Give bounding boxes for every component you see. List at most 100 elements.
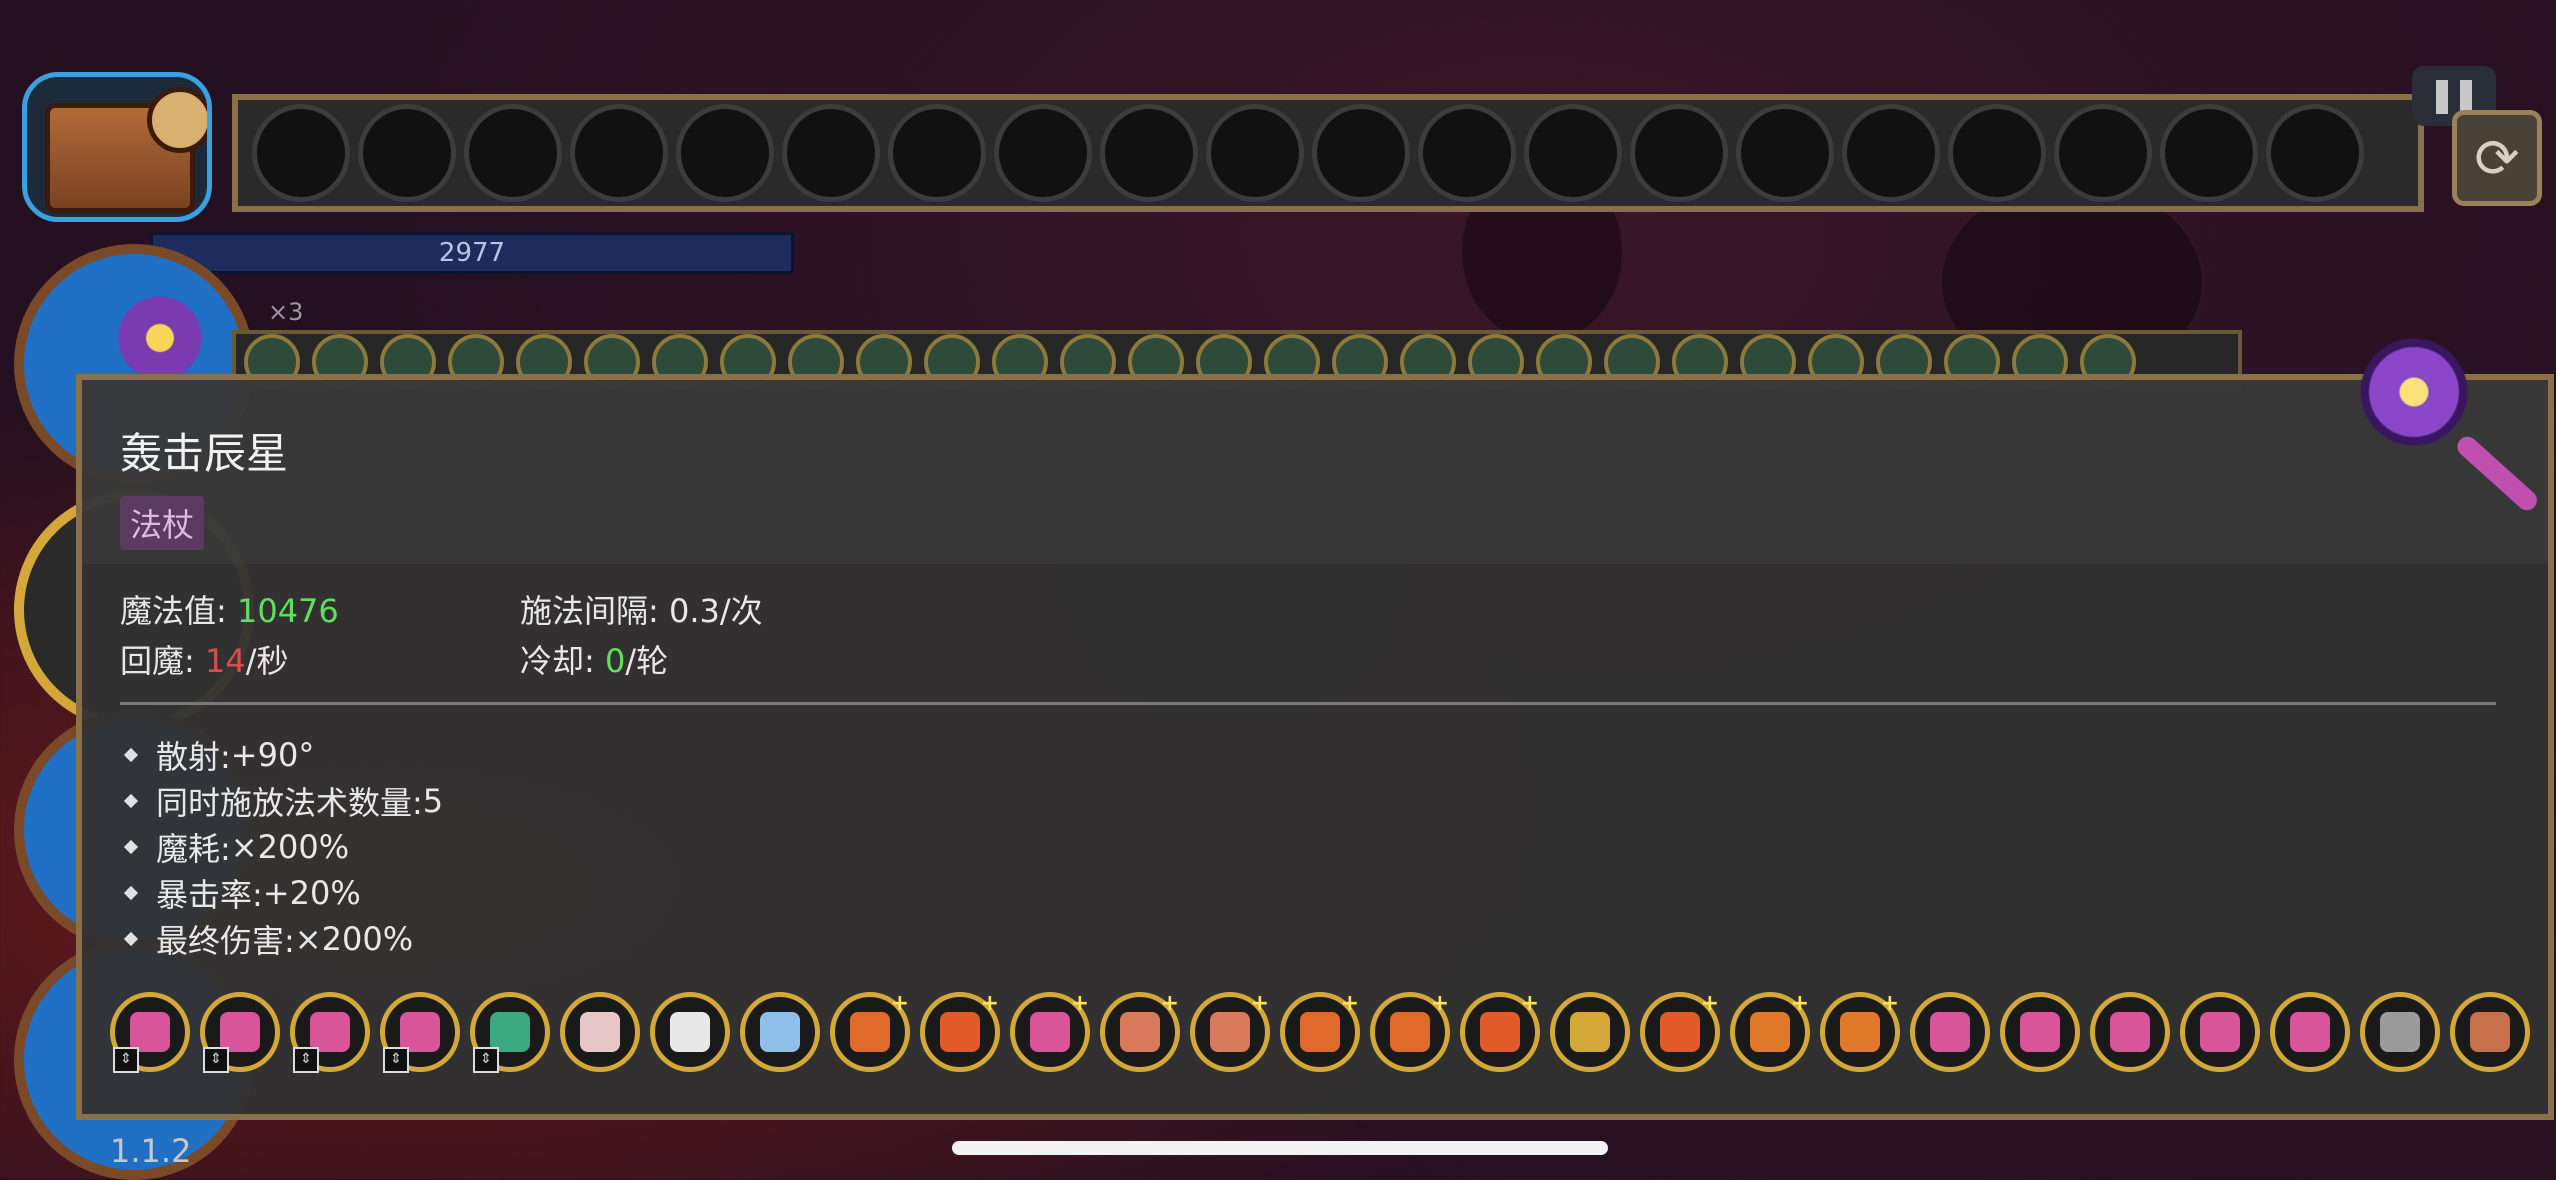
spell-glyph (490, 1012, 530, 1052)
inventory-slot[interactable] (1418, 104, 1516, 202)
inventory-slot[interactable] (1842, 104, 1940, 202)
pink-cube-icon[interactable]: + (1010, 991, 1090, 1072)
bullet-icon (123, 885, 139, 901)
inventory-slot[interactable] (358, 104, 456, 202)
inventory-slot[interactable] (1312, 104, 1410, 202)
inventory-slot[interactable] (1206, 104, 1304, 202)
pink-cube-icon[interactable] (1910, 992, 1990, 1072)
lock-icon: ⇕ (383, 1047, 409, 1073)
bullet-icon (123, 793, 139, 809)
tooltip-header (82, 380, 2548, 564)
ghost-icon[interactable] (560, 992, 640, 1072)
stat-mana: 魔法值: 10476 (120, 586, 339, 632)
modifier-item: 同时施放法术数量: 5 (120, 778, 443, 824)
backpack-button[interactable] (22, 72, 212, 222)
spell-glyph (310, 1012, 350, 1052)
spell-glyph (2380, 1012, 2420, 1052)
stat-regen-label: 回魔: (120, 642, 205, 680)
inventory-slot[interactable] (1948, 104, 2046, 202)
inventory-slot[interactable] (1524, 104, 1622, 202)
refresh-button[interactable]: ⟳ (2452, 110, 2542, 206)
triple-arrow-icon[interactable]: + (1280, 991, 1360, 1072)
inventory-slot[interactable] (2054, 104, 2152, 202)
fire-burst-icon[interactable]: + (1820, 991, 1900, 1072)
double-arrow-icon[interactable]: + (1460, 991, 1540, 1072)
inventory-slot[interactable] (2266, 104, 2364, 202)
plus-icon: + (1070, 991, 1089, 1016)
inventory-slot[interactable] (1736, 104, 1834, 202)
spell-glyph (1660, 1012, 1700, 1052)
lock-icon: ⇕ (473, 1047, 499, 1073)
inventory-slot[interactable] (252, 104, 350, 202)
plus-icon: + (1520, 991, 1539, 1016)
modifier-item: 暴击率: +20% (120, 870, 443, 916)
stat-cast-interval: 施法间隔: 0.3/次 (520, 592, 763, 630)
stat-cooldown-unit: /轮 (625, 642, 669, 680)
double-arrow-icon[interactable]: + (1640, 991, 1720, 1072)
scroll-icon (147, 87, 207, 153)
fire-burst-icon[interactable]: + (1730, 991, 1810, 1072)
spell-glyph (1300, 1012, 1340, 1052)
triple-arrow-icon[interactable]: + (1370, 991, 1450, 1072)
spell-glyph (1030, 1012, 1070, 1052)
pink-cube-icon[interactable] (2000, 992, 2080, 1072)
modifier-item: 魔耗: ×200% (120, 824, 443, 870)
wand-tooltip: 轰击辰星 法杖 魔法值: 10476 施法间隔: 0.3/次 回魔: 14/秒 … (76, 374, 2554, 1120)
spell-icon-row: ⇕ ⇕ ⇕ ⇕ ⇕ + + + + + + + + + + + (110, 991, 2530, 1073)
plus-icon: + (1790, 991, 1809, 1016)
spell-glyph (940, 1012, 980, 1052)
wand-star-icon (2354, 332, 2474, 452)
spell-glyph (130, 1012, 170, 1052)
home-indicator[interactable] (952, 1141, 1608, 1155)
inventory-slot[interactable] (994, 104, 1092, 202)
plus-icon: + (1700, 991, 1719, 1016)
plus-icon: + (890, 991, 909, 1016)
spell-glyph (2110, 1012, 2150, 1052)
blue-orb-icon[interactable] (740, 992, 820, 1072)
stat-regen-value: 14 (204, 642, 246, 680)
inventory-slot[interactable] (2160, 104, 2258, 202)
double-arrow-icon[interactable]: + (920, 991, 1000, 1072)
pink-cube-icon[interactable]: ⇕ (290, 992, 370, 1073)
golden-eye-icon[interactable] (1550, 992, 1630, 1072)
inventory-slot[interactable] (1630, 104, 1728, 202)
spell-glyph (1390, 1012, 1430, 1052)
lock-icon: ⇕ (203, 1047, 229, 1073)
modifier-item: 散射: +90° (120, 732, 443, 778)
mouse-icon[interactable] (650, 992, 730, 1072)
pink-cube-icon[interactable]: ⇕ (110, 992, 190, 1073)
spell-glyph (760, 1012, 800, 1052)
green-rune-icon[interactable]: ⇕ (470, 992, 550, 1073)
triple-arrow-icon[interactable]: + (830, 991, 910, 1072)
rock-icon[interactable] (2450, 992, 2530, 1072)
plus-icon: + (1250, 991, 1269, 1016)
spell-glyph (220, 1012, 260, 1052)
box-icon[interactable]: + (1100, 991, 1180, 1072)
stat-cooldown-value: 0 (604, 642, 626, 680)
box-icon[interactable]: + (1190, 991, 1270, 1072)
bullet-icon (123, 839, 139, 855)
pink-cube-icon[interactable] (2180, 992, 2260, 1072)
stat-regen-unit: /秒 (245, 642, 289, 680)
pink-cube-icon[interactable]: ⇕ (200, 992, 280, 1073)
spell-glyph (670, 1012, 710, 1052)
pink-cube-icon[interactable] (2270, 992, 2350, 1072)
plus-icon: + (980, 991, 999, 1016)
inventory-slot[interactable] (1100, 104, 1198, 202)
pink-cube-icon[interactable] (2090, 992, 2170, 1072)
inventory-slot[interactable] (570, 104, 668, 202)
slash-icon[interactable] (2360, 992, 2440, 1072)
inventory-slot[interactable] (464, 104, 562, 202)
stat-mana-label: 魔法值: (120, 592, 237, 630)
mana-bar: 2977 (150, 232, 794, 274)
spell-glyph (580, 1012, 620, 1052)
inventory-slot[interactable] (782, 104, 880, 202)
stat-mana-value: 10476 (236, 592, 339, 630)
spell-glyph (1480, 1012, 1520, 1052)
pink-cube-icon[interactable]: ⇕ (380, 992, 460, 1073)
wand-title: 轰击辰星 (120, 429, 289, 478)
plus-icon: + (1340, 991, 1359, 1016)
inventory-slot[interactable] (676, 104, 774, 202)
inventory-slot[interactable] (888, 104, 986, 202)
plus-icon: + (1430, 991, 1449, 1016)
